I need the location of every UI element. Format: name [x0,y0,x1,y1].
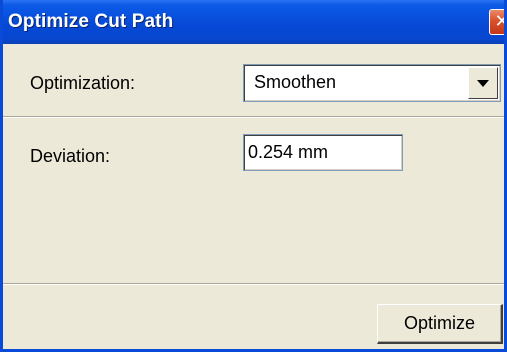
close-icon: ✕ [494,11,504,31]
optimization-dropdown[interactable]: Smoothen [243,64,501,102]
optimization-label: Optimization: [30,73,136,93]
footer-divider [3,283,504,285]
dropdown-arrow-icon[interactable] [468,67,498,99]
deviation-label: Deviation: [30,146,111,166]
optimize-cut-path-dialog: Optimize Cut Path ✕ Optimization: Smooth… [0,0,507,352]
close-button[interactable]: ✕ [489,9,504,35]
deviation-input[interactable]: 0.254 mm [243,134,403,171]
section-divider [3,116,504,118]
optimization-selected-value: Smoothen [254,72,337,92]
dialog-title: Optimize Cut Path [8,11,174,32]
optimize-button[interactable]: Optimize [377,304,503,344]
title-bar[interactable]: Optimize Cut Path ✕ [3,0,504,44]
